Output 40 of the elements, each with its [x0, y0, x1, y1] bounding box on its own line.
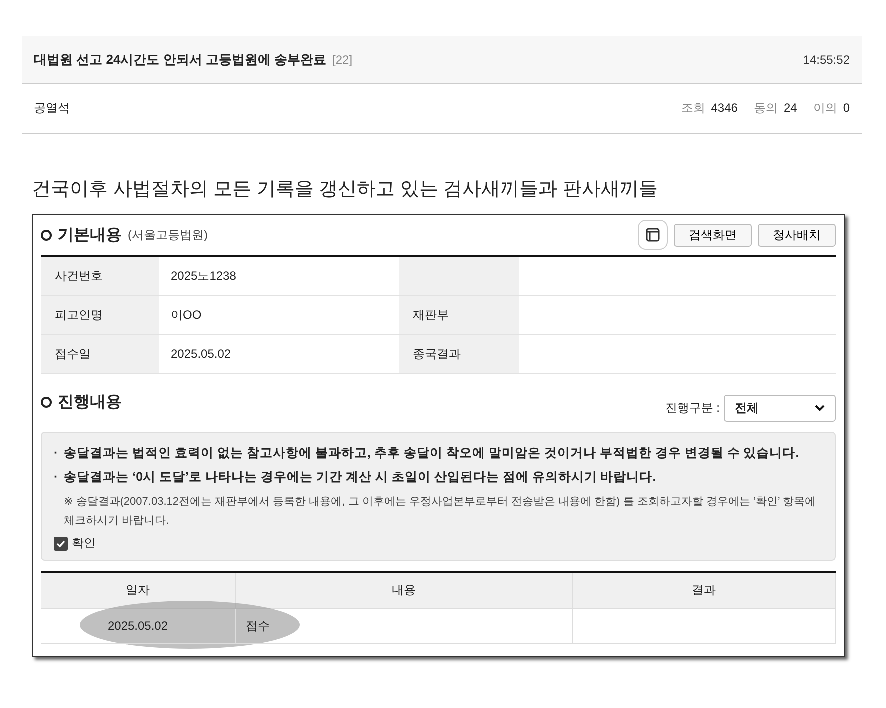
section-subtitle: (서울고등법원) [128, 226, 208, 244]
checkbox[interactable] [54, 536, 68, 550]
table-cell: 2025.05.02 [41, 609, 236, 644]
post-title: 대법원 선고 24시간도 안되서 고등법원에 송부완료 [34, 52, 327, 66]
column-header: 결과 [573, 573, 836, 609]
bullet-mark: · [54, 469, 58, 486]
bullet-mark: · [54, 445, 58, 462]
column-header: 내용 [236, 573, 573, 609]
caption-text: 건국이후 사법절차의 모든 기록을 갱신하고 있는 검사새끼들과 판사새끼들 [32, 178, 659, 202]
filter-label: 진행구분 : [665, 400, 720, 416]
table-cell: 접수 [236, 609, 573, 644]
ring-icon [41, 230, 52, 240]
field-label: 접수일 [41, 335, 159, 374]
field-label: 사건번호 [41, 257, 159, 296]
toolbar-button[interactable]: 검색화면 [674, 224, 752, 246]
filter-select[interactable]: 전체 [724, 394, 836, 422]
column-header: 일자 [41, 573, 236, 609]
field-label: 종국결과 [399, 335, 519, 374]
stat-value: 0 [843, 101, 850, 115]
ring-icon [41, 396, 52, 408]
section-title: 진행내용 [58, 392, 122, 412]
author-name: 공열석 [34, 100, 70, 117]
window-button[interactable] [638, 220, 668, 250]
stat-label: 조회 [681, 101, 706, 115]
field-label: 피고인명 [41, 296, 159, 335]
window-icon [646, 228, 660, 242]
note-text: ※ 송달결과(2007.03.12전에는 재판부에서 등록한 내용에, 그 이후에는 우정사업본부로부터 전송받은 내용에 한함) 를 조회하고자할 경우에는 ‘확인’ 항목에 체크하시기 바랍니다. [63, 495, 817, 529]
checkbox-label: 확인 [72, 535, 96, 552]
notice-text: 송달결과는 ‘0시 도달’로 나타나는 경우에는 기간 계산 시 초일이 산입된다는 점에 유의하시기 바랍니다. [64, 469, 656, 486]
stat-value: 24 [784, 101, 798, 115]
stat-value: 4346 [711, 101, 738, 115]
section-title: 기본내용 [58, 226, 122, 246]
comment-count: [22] [332, 52, 353, 66]
notice-text: 송달결과는 법적인 효력이 없는 참고사항에 불과하고, 추후 송달이 착오에 말미암은 것이거나 부적법한 경우 변경될 수 있습니다. [64, 445, 800, 462]
chevron-icon [815, 404, 825, 412]
post-time: 14:55:52 [803, 52, 850, 66]
stat-label: 동의 [754, 101, 778, 115]
stat-label: 이의 [813, 101, 838, 115]
toolbar-button[interactable]: 청사배치 [758, 224, 836, 246]
field-label: 재판부 [399, 296, 519, 335]
